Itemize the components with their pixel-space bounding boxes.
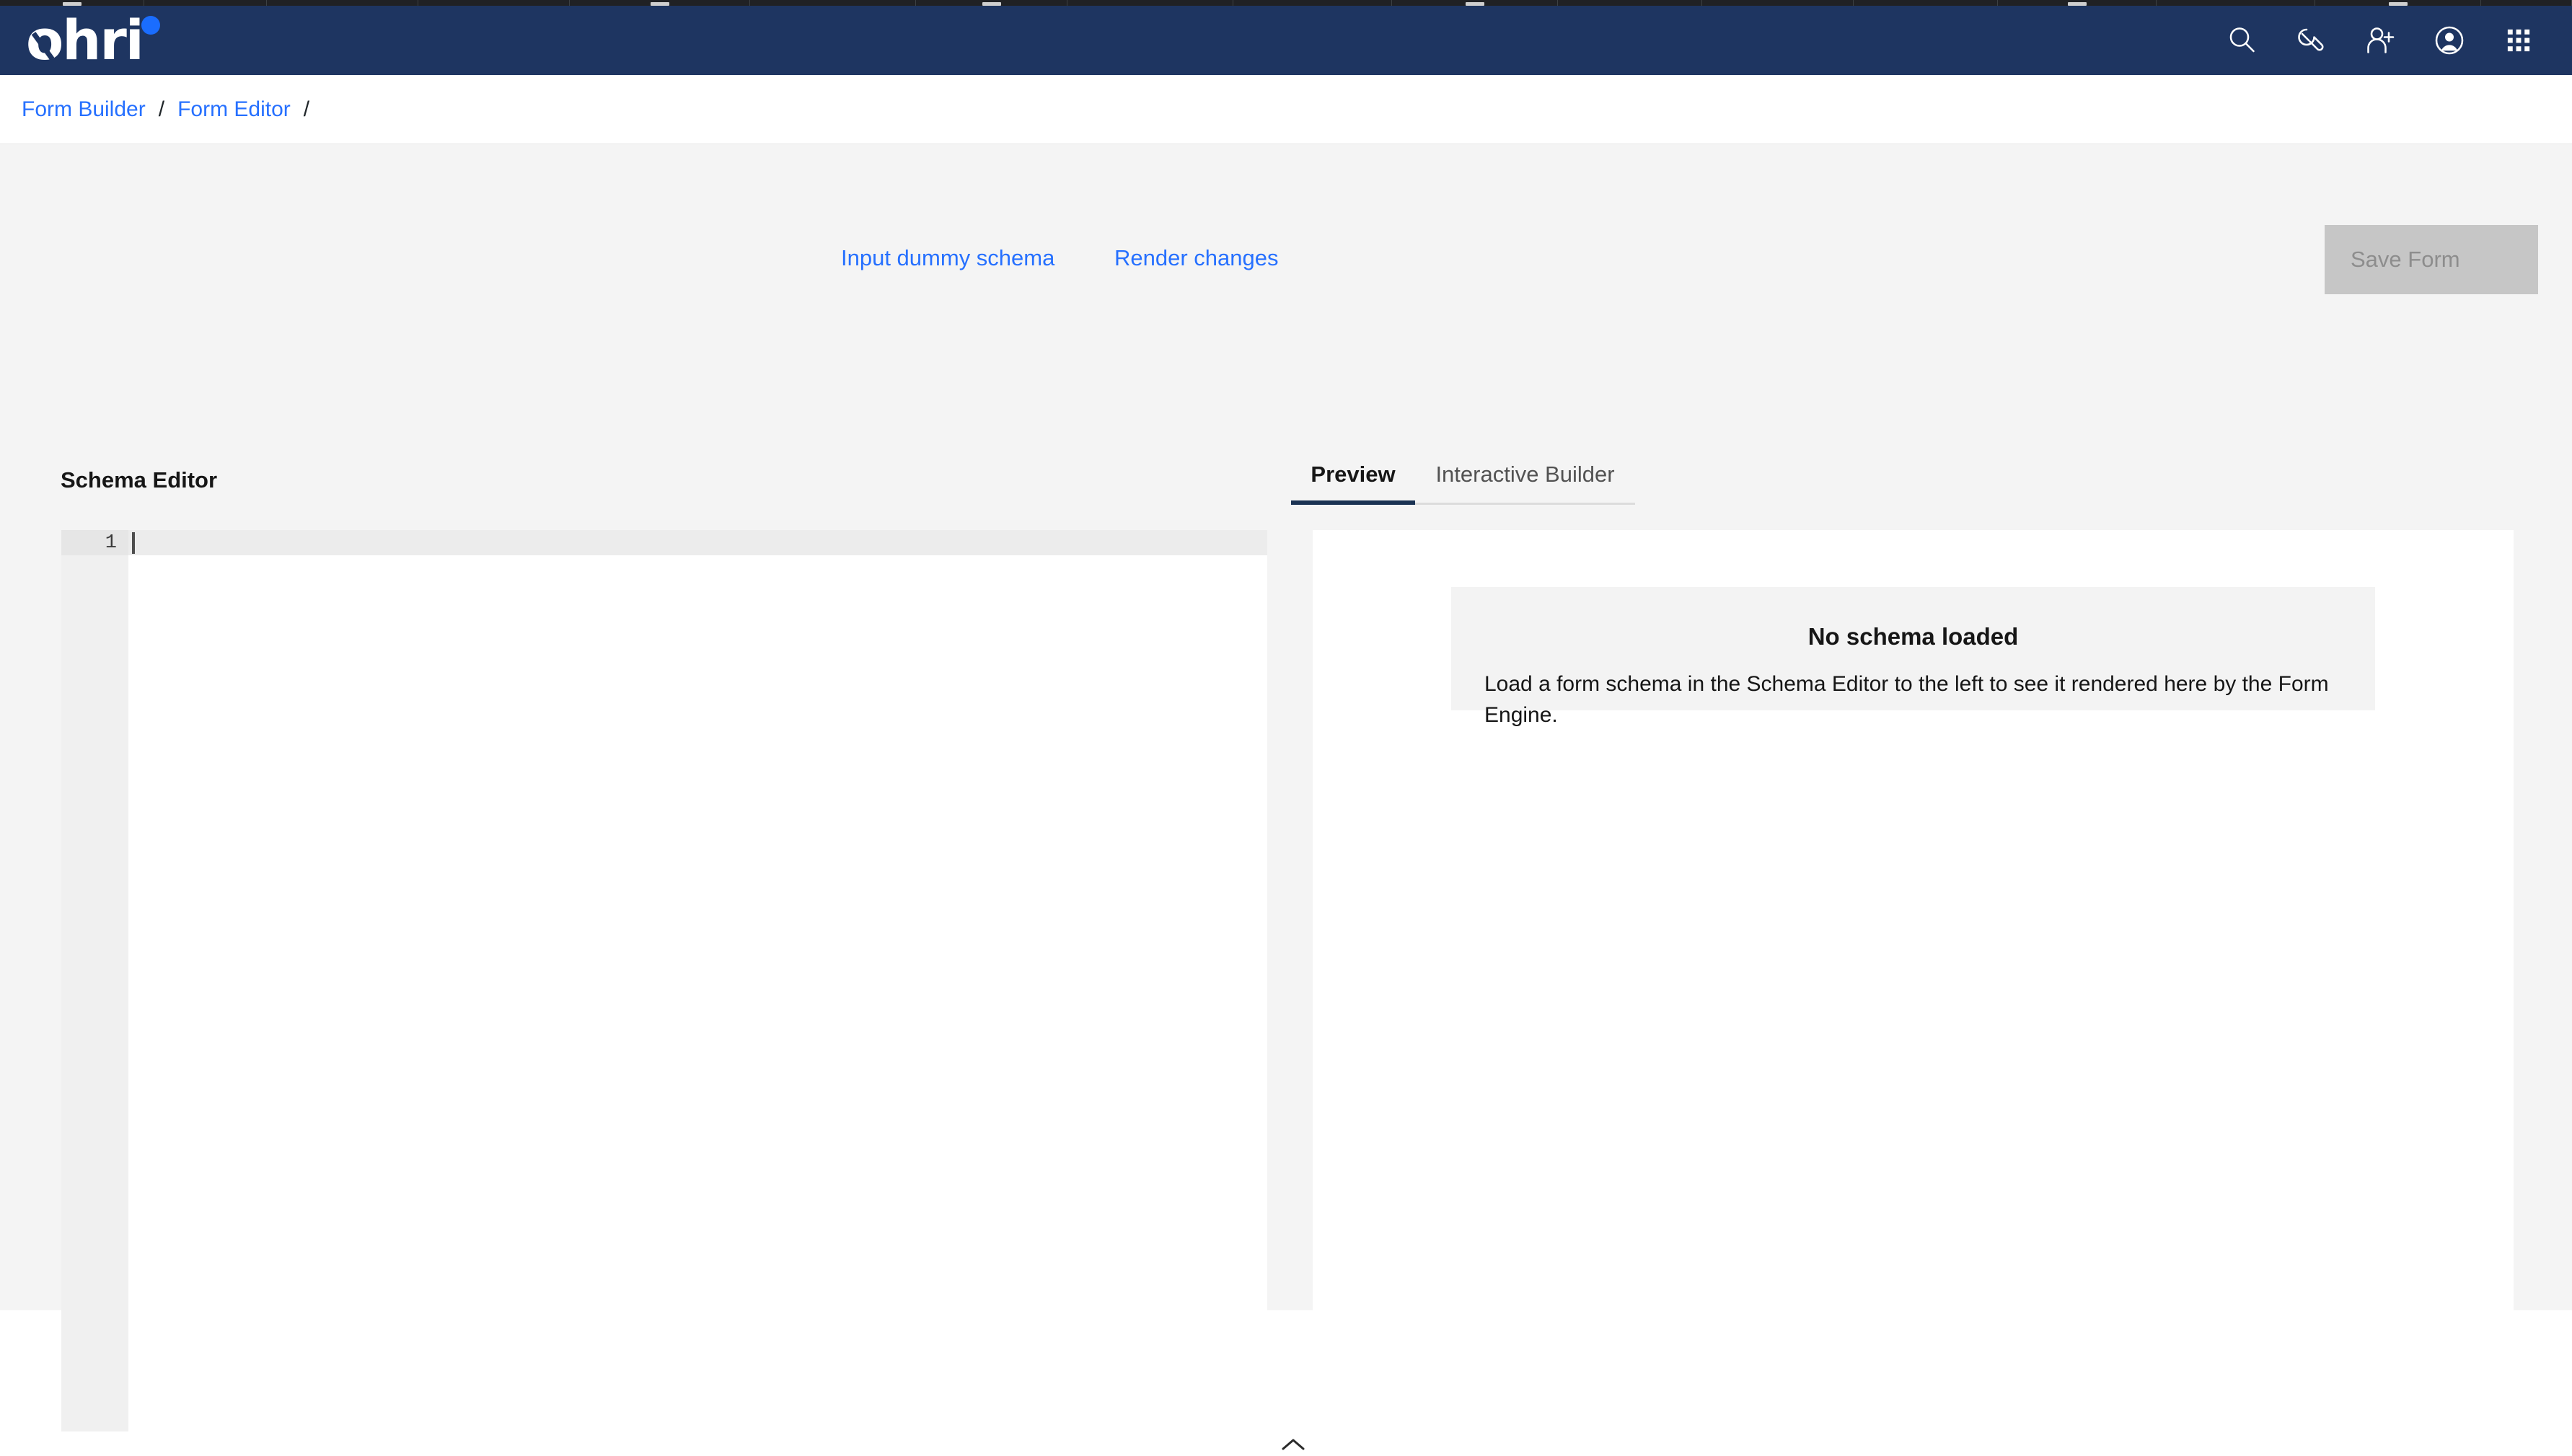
browser-tab[interactable] — [2157, 0, 2315, 6]
browser-tab[interactable] — [1233, 0, 1392, 6]
empty-state-no-schema: No schema loaded Load a form schema in t… — [1451, 587, 2375, 727]
breadcrumb: Form Builder / Form Editor / — [0, 75, 2572, 144]
breadcrumb-item-form-editor[interactable]: Form Editor — [177, 97, 291, 122]
browser-tab[interactable] — [1392, 0, 1558, 6]
browser-tab-strip — [0, 0, 2572, 6]
app-logo[interactable]: ohri — [0, 8, 160, 72]
breadcrumb-separator: / — [158, 97, 165, 121]
tab-preview[interactable]: Preview — [1291, 462, 1415, 505]
browser-tab[interactable] — [267, 0, 418, 6]
browser-tab[interactable] — [1067, 0, 1233, 6]
input-dummy-schema-button[interactable]: Input dummy schema — [841, 245, 1054, 271]
schema-editor-title: Schema Editor — [61, 467, 218, 493]
wrench-icon[interactable] — [2276, 6, 2346, 75]
browser-tab[interactable] — [0, 0, 144, 6]
browser-tab[interactable] — [2315, 0, 2481, 6]
add-user-icon[interactable] — [2346, 6, 2415, 75]
render-changes-button[interactable]: Render changes — [1114, 245, 1279, 271]
browser-tab[interactable] — [1998, 0, 2157, 6]
browser-tab[interactable] — [570, 0, 750, 6]
breadcrumb-trailing-separator: / — [303, 97, 310, 121]
browser-tab[interactable] — [418, 0, 570, 6]
schema-editor[interactable]: 1 — [61, 530, 1267, 1431]
user-avatar-icon[interactable] — [2415, 6, 2484, 75]
preview-tabs: Preview Interactive Builder — [1291, 462, 1637, 505]
search-icon[interactable] — [2207, 6, 2276, 75]
app-header: ohri — [0, 6, 2572, 75]
tab-interactive-builder[interactable]: Interactive Builder — [1415, 462, 1635, 505]
browser-tab[interactable] — [144, 0, 267, 6]
browser-tab[interactable] — [1854, 0, 1998, 6]
page-body: Input dummy schema Render changes Save F… — [0, 144, 2572, 1450]
editor-text-area[interactable] — [128, 530, 1267, 1431]
preview-panel: No schema loaded Load a form schema in t… — [1313, 530, 2514, 1431]
editor-toolbar: Input dummy schema Render changes Save F… — [0, 225, 2572, 294]
chevron-up-icon[interactable] — [1279, 1437, 1308, 1452]
editor-line-number: 1 — [61, 530, 128, 555]
logo-dot-accent — [141, 16, 160, 35]
save-form-button[interactable]: Save Form — [2325, 225, 2538, 294]
empty-state-description: Load a form schema in the Schema Editor … — [1484, 672, 2329, 727]
app-logo-text: ohri — [26, 8, 144, 72]
app-switcher-grid-icon[interactable] — [2484, 6, 2553, 75]
empty-state-title: No schema loaded — [1807, 623, 2019, 650]
browser-tab[interactable] — [1558, 0, 1702, 6]
header-action-icons — [2207, 6, 2572, 75]
breadcrumb-item-form-builder[interactable]: Form Builder — [22, 97, 146, 122]
editor-active-line-highlight — [128, 530, 1267, 555]
browser-tab[interactable] — [916, 0, 1067, 6]
editor-text-cursor — [132, 532, 135, 554]
browser-tab[interactable] — [2481, 0, 2572, 6]
browser-tab[interactable] — [750, 0, 916, 6]
browser-tab[interactable] — [1702, 0, 1854, 6]
editor-line-number-gutter: 1 — [61, 530, 128, 1431]
